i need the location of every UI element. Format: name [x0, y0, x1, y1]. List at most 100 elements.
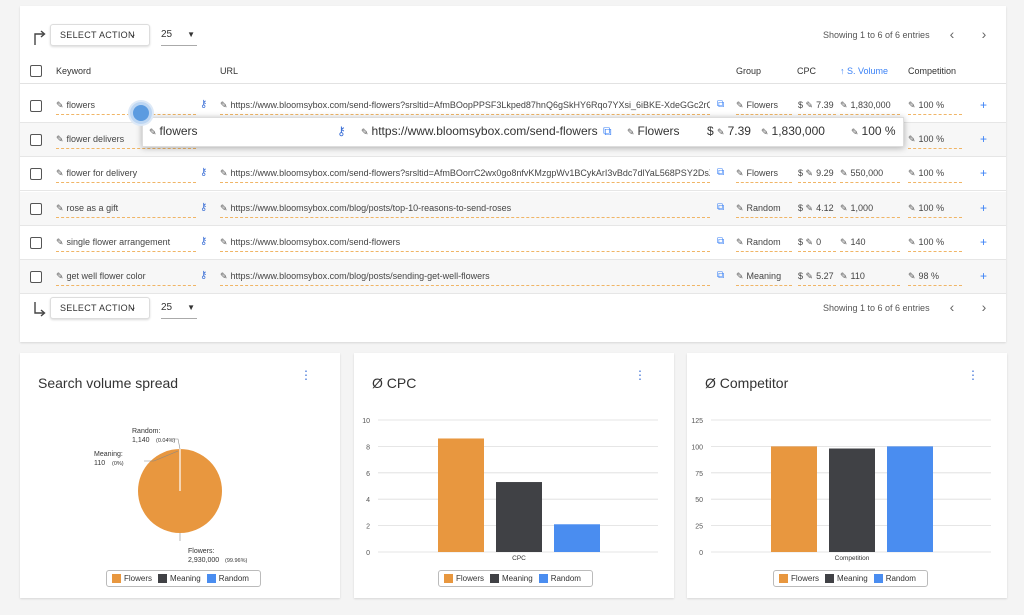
add-icon[interactable]: +	[980, 98, 987, 112]
legend-item-flowers[interactable]: Flowers	[779, 574, 819, 583]
key-icon[interactable]: ⚷	[200, 270, 207, 281]
add-icon[interactable]: +	[980, 201, 987, 215]
bar-random[interactable]	[887, 446, 933, 552]
row-checkbox[interactable]	[30, 271, 42, 283]
legend-item-meaning[interactable]: Meaning	[490, 574, 533, 583]
cpc-cell[interactable]: $ ✎ 7.39	[798, 100, 836, 115]
add-icon[interactable]: +	[980, 235, 987, 249]
external-link-icon[interactable]: ⧉	[603, 124, 612, 139]
competition-cell[interactable]: ✎ 100 %	[908, 203, 962, 218]
legend-item-flowers[interactable]: Flowers	[112, 574, 152, 583]
table-row[interactable]: ✎ flower for delivery ⚷ ✎ https://www.blooms…	[20, 157, 1006, 191]
group-cell[interactable]: ✎ Flowers	[736, 168, 792, 183]
y-tick-label: 10	[362, 418, 370, 425]
keyword-cell[interactable]: ✎ single flower arrangement	[56, 237, 196, 252]
key-icon[interactable]: ⚷	[337, 124, 346, 138]
header-group[interactable]: Group	[736, 66, 761, 76]
edit-group-field[interactable]: ✎ Flowers	[627, 124, 680, 138]
legend-item-flowers[interactable]: Flowers	[444, 574, 484, 583]
url-cell[interactable]: ✎ https://www.bloomsybox.com/send-flowers…	[220, 100, 710, 115]
bar-meaning[interactable]	[829, 448, 875, 552]
header-s-volume[interactable]: ↑ S. Volume	[840, 66, 888, 76]
cpc-cell[interactable]: $ ✎ 9.29	[798, 168, 836, 183]
add-icon[interactable]: +	[980, 166, 987, 180]
keyword-cell[interactable]: ✎ flowers	[56, 100, 196, 115]
key-icon[interactable]: ⚷	[200, 236, 207, 247]
external-link-icon[interactable]: ⧉	[717, 167, 724, 178]
bar-flowers[interactable]	[771, 446, 817, 552]
bar-flowers[interactable]	[438, 438, 484, 552]
competition-cell[interactable]: ✎ 98 %	[908, 271, 962, 286]
legend-item-random[interactable]: Random	[538, 574, 581, 583]
edit-keyword-field[interactable]: ✎ flowers	[149, 124, 198, 138]
volume-cell[interactable]: ✎ 1,830,000	[840, 100, 900, 115]
competition-cell[interactable]: ✎ 100 %	[908, 168, 962, 183]
cpc-cell[interactable]: $ ✎ 0	[798, 237, 836, 252]
header-competition[interactable]: Competition	[908, 66, 956, 76]
competition-cell[interactable]: ✎ 100 %	[908, 100, 962, 115]
next-page-button[interactable]: ›	[977, 26, 991, 42]
add-icon[interactable]: +	[980, 132, 987, 146]
group-cell[interactable]: ✎ Random	[736, 237, 792, 252]
group-cell[interactable]: ✎ Random	[736, 203, 792, 218]
volume-cell[interactable]: ✎ 110	[840, 271, 900, 286]
keyword-cell[interactable]: ✎ get well flower color	[56, 271, 196, 286]
prev-page-button-bottom[interactable]: ‹	[945, 299, 959, 315]
group-cell[interactable]: ✎ Flowers	[736, 100, 792, 115]
edit-cpc-field[interactable]: $ ✎ 7.39	[707, 124, 751, 138]
select-all-checkbox[interactable]	[30, 65, 42, 77]
table-row[interactable]: ✎ get well flower color ⚷ ✎ https://www.bloo…	[20, 260, 1006, 294]
per-page-select[interactable]: 25 ▼	[161, 24, 197, 46]
external-link-icon[interactable]: ⧉	[717, 236, 724, 247]
bulk-arrow-down-icon	[34, 302, 46, 317]
header-keyword[interactable]: Keyword	[56, 66, 91, 76]
key-icon[interactable]: ⚷	[200, 99, 207, 110]
header-url[interactable]: URL	[220, 66, 238, 76]
url-cell[interactable]: ✎ https://www.bloomsybox.com/blog/posts/s…	[220, 271, 710, 286]
table-toolbar-bottom: SELECT ACTION ⌄ 25 ▼ Showing 1 to 6 of 6…	[20, 295, 1006, 325]
prev-page-button[interactable]: ‹	[945, 26, 959, 42]
legend-item-meaning[interactable]: Meaning	[825, 574, 868, 583]
keyword-cell[interactable]: ✎ rose as a gift	[56, 203, 196, 218]
group-cell[interactable]: ✎ Meaning	[736, 271, 792, 286]
per-page-select-bottom[interactable]: 25 ▼	[161, 297, 197, 319]
volume-cell[interactable]: ✎ 140	[840, 237, 900, 252]
edit-url-field[interactable]: ✎ https://www.bloomsybox.com/send-flowers	[361, 124, 598, 138]
cpc-cell[interactable]: $ ✎ 4.12	[798, 203, 836, 218]
row-checkbox[interactable]	[30, 100, 42, 112]
volume-cell[interactable]: ✎ 550,000	[840, 168, 900, 183]
key-icon[interactable]: ⚷	[200, 202, 207, 213]
row-checkbox[interactable]	[30, 237, 42, 249]
external-link-icon[interactable]: ⧉	[717, 270, 724, 281]
row-checkbox[interactable]	[30, 203, 42, 215]
select-action-button[interactable]: SELECT ACTION ⌄	[50, 24, 150, 46]
bar-meaning[interactable]	[496, 482, 542, 552]
edit-competition-value: 100 %	[861, 124, 896, 138]
table-row[interactable]: ✎ single flower arrangement ⚷ ✎ https://www.…	[20, 226, 1006, 260]
add-icon[interactable]: +	[980, 269, 987, 283]
external-link-icon[interactable]: ⧉	[717, 202, 724, 213]
header-cpc[interactable]: CPC	[797, 66, 816, 76]
row-checkbox[interactable]	[30, 168, 42, 180]
table-row[interactable]: ✎ rose as a gift ⚷ ✎ https://www.bloomsybox.…	[20, 192, 1006, 226]
row-checkbox[interactable]	[30, 134, 42, 146]
legend-item-random[interactable]: Random	[206, 574, 249, 583]
edit-volume-field[interactable]: ✎ 1,830,000	[761, 124, 825, 138]
url-cell[interactable]: ✎ https://www.bloomsybox.com/blog/posts/t…	[220, 203, 710, 218]
edit-competition-field[interactable]: ✎ 100 %	[851, 124, 896, 138]
legend-item-meaning[interactable]: Meaning	[158, 574, 201, 583]
key-icon[interactable]: ⚷	[200, 167, 207, 178]
next-page-button-bottom[interactable]: ›	[977, 299, 991, 315]
volume-cell[interactable]: ✎ 1,000	[840, 203, 900, 218]
competition-cell[interactable]: ✎ 100 %	[908, 134, 962, 149]
inline-edit-row[interactable]: ✎ flowers ⚷ ✎ https://www.bloomsybox.com/s…	[142, 117, 904, 147]
keyword-cell[interactable]: ✎ flower for delivery	[56, 168, 196, 183]
url-cell[interactable]: ✎ https://www.bloomsybox.com/send-flowers…	[220, 168, 710, 183]
cpc-cell[interactable]: $ ✎ 5.27	[798, 271, 836, 286]
bar-random[interactable]	[554, 524, 600, 552]
external-link-icon[interactable]: ⧉	[717, 99, 724, 110]
select-action-button-bottom[interactable]: SELECT ACTION ⌄	[50, 297, 150, 319]
url-cell[interactable]: ✎ https://www.bloomsybox.com/send-flowers	[220, 237, 710, 252]
legend-item-random[interactable]: Random	[873, 574, 916, 583]
competition-cell[interactable]: ✎ 100 %	[908, 237, 962, 252]
